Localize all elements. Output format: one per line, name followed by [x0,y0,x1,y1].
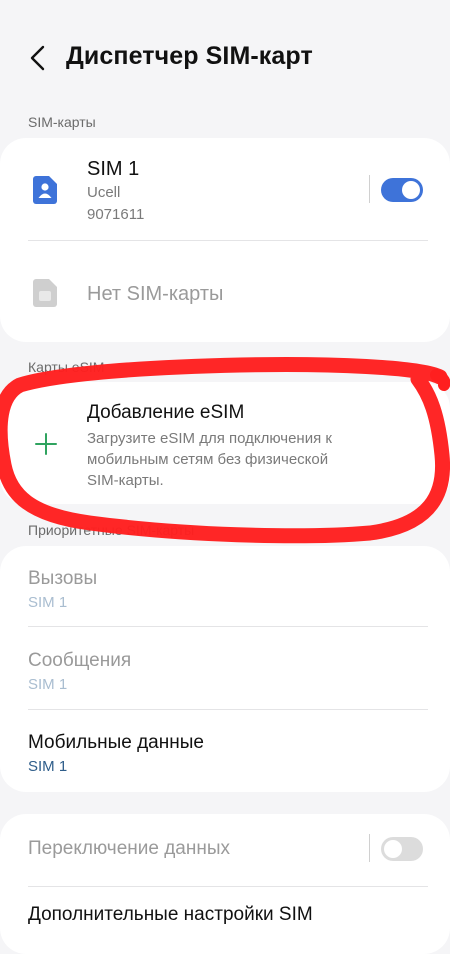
messages-value: SIM 1 [28,676,68,693]
toggle-separator [369,834,370,862]
sim1-title: SIM 1 [87,158,140,180]
mobile-data-value: SIM 1 [28,758,68,775]
sim1-row[interactable]: SIM 1 Ucell 9071611 [0,138,450,239]
add-esim-title: Добавление eSIM [87,402,245,423]
messages-title: Сообщения [28,650,132,671]
priority-card: Вызовы SIM 1 Сообщения SIM 1 Мобильные д… [0,546,450,792]
header: Диспетчер SIM-карт [0,0,450,110]
toggle-knob [402,181,420,199]
sim-cards-card: SIM 1 Ucell 9071611 Нет SIM-карты [0,138,450,342]
data-switching-toggle[interactable] [381,837,423,861]
back-arrow-icon [30,45,45,71]
sim1-operator: Ucell [87,184,121,201]
no-sim-label: Нет SIM-карты [87,283,224,305]
plus-icon [35,433,57,455]
more-settings-card: Переключение данных Дополнительные настр… [0,814,450,954]
additional-settings-row[interactable]: Дополнительные настройки SIM [0,887,450,954]
mobile-data-title: Мобильные данные [28,732,204,753]
empty-sim-card-icon [33,279,57,307]
add-esim-description-line1: Загрузите eSIM для подключения к [87,430,332,447]
toggle-knob [384,840,402,858]
section-label-sim-cards: SIM-карты [28,114,96,130]
sim-card-icon [33,176,57,204]
sim1-toggle[interactable] [381,178,423,202]
additional-settings-title: Дополнительные настройки SIM [28,904,313,925]
calls-value: SIM 1 [28,594,68,611]
section-label-priority: Приоритетные SIM-карты [28,522,195,538]
messages-row: Сообщения SIM 1 [0,628,450,708]
calls-row: Вызовы SIM 1 [0,546,450,626]
add-esim-description-line2: мобильным сетям без физической [87,451,329,468]
add-esim-description-line3: SIM-карты. [87,472,164,489]
back-button[interactable] [18,38,58,78]
section-label-esim: Карты eSIM [28,359,105,375]
page-title: Диспетчер SIM-карт [66,42,313,70]
toggle-separator [369,175,370,203]
data-switching-title: Переключение данных [28,838,231,859]
sim1-number: 9071611 [87,206,145,223]
data-switching-row: Переключение данных [0,814,450,886]
esim-card: Добавление eSIM Загрузите eSIM для подкл… [0,382,450,504]
add-esim-row[interactable]: Добавление eSIM Загрузите eSIM для подкл… [0,382,450,504]
sim2-row: Нет SIM-карты [0,241,450,342]
calls-title: Вызовы [28,568,98,589]
mobile-data-row[interactable]: Мобильные данные SIM 1 [0,710,450,792]
divider [28,626,428,627]
